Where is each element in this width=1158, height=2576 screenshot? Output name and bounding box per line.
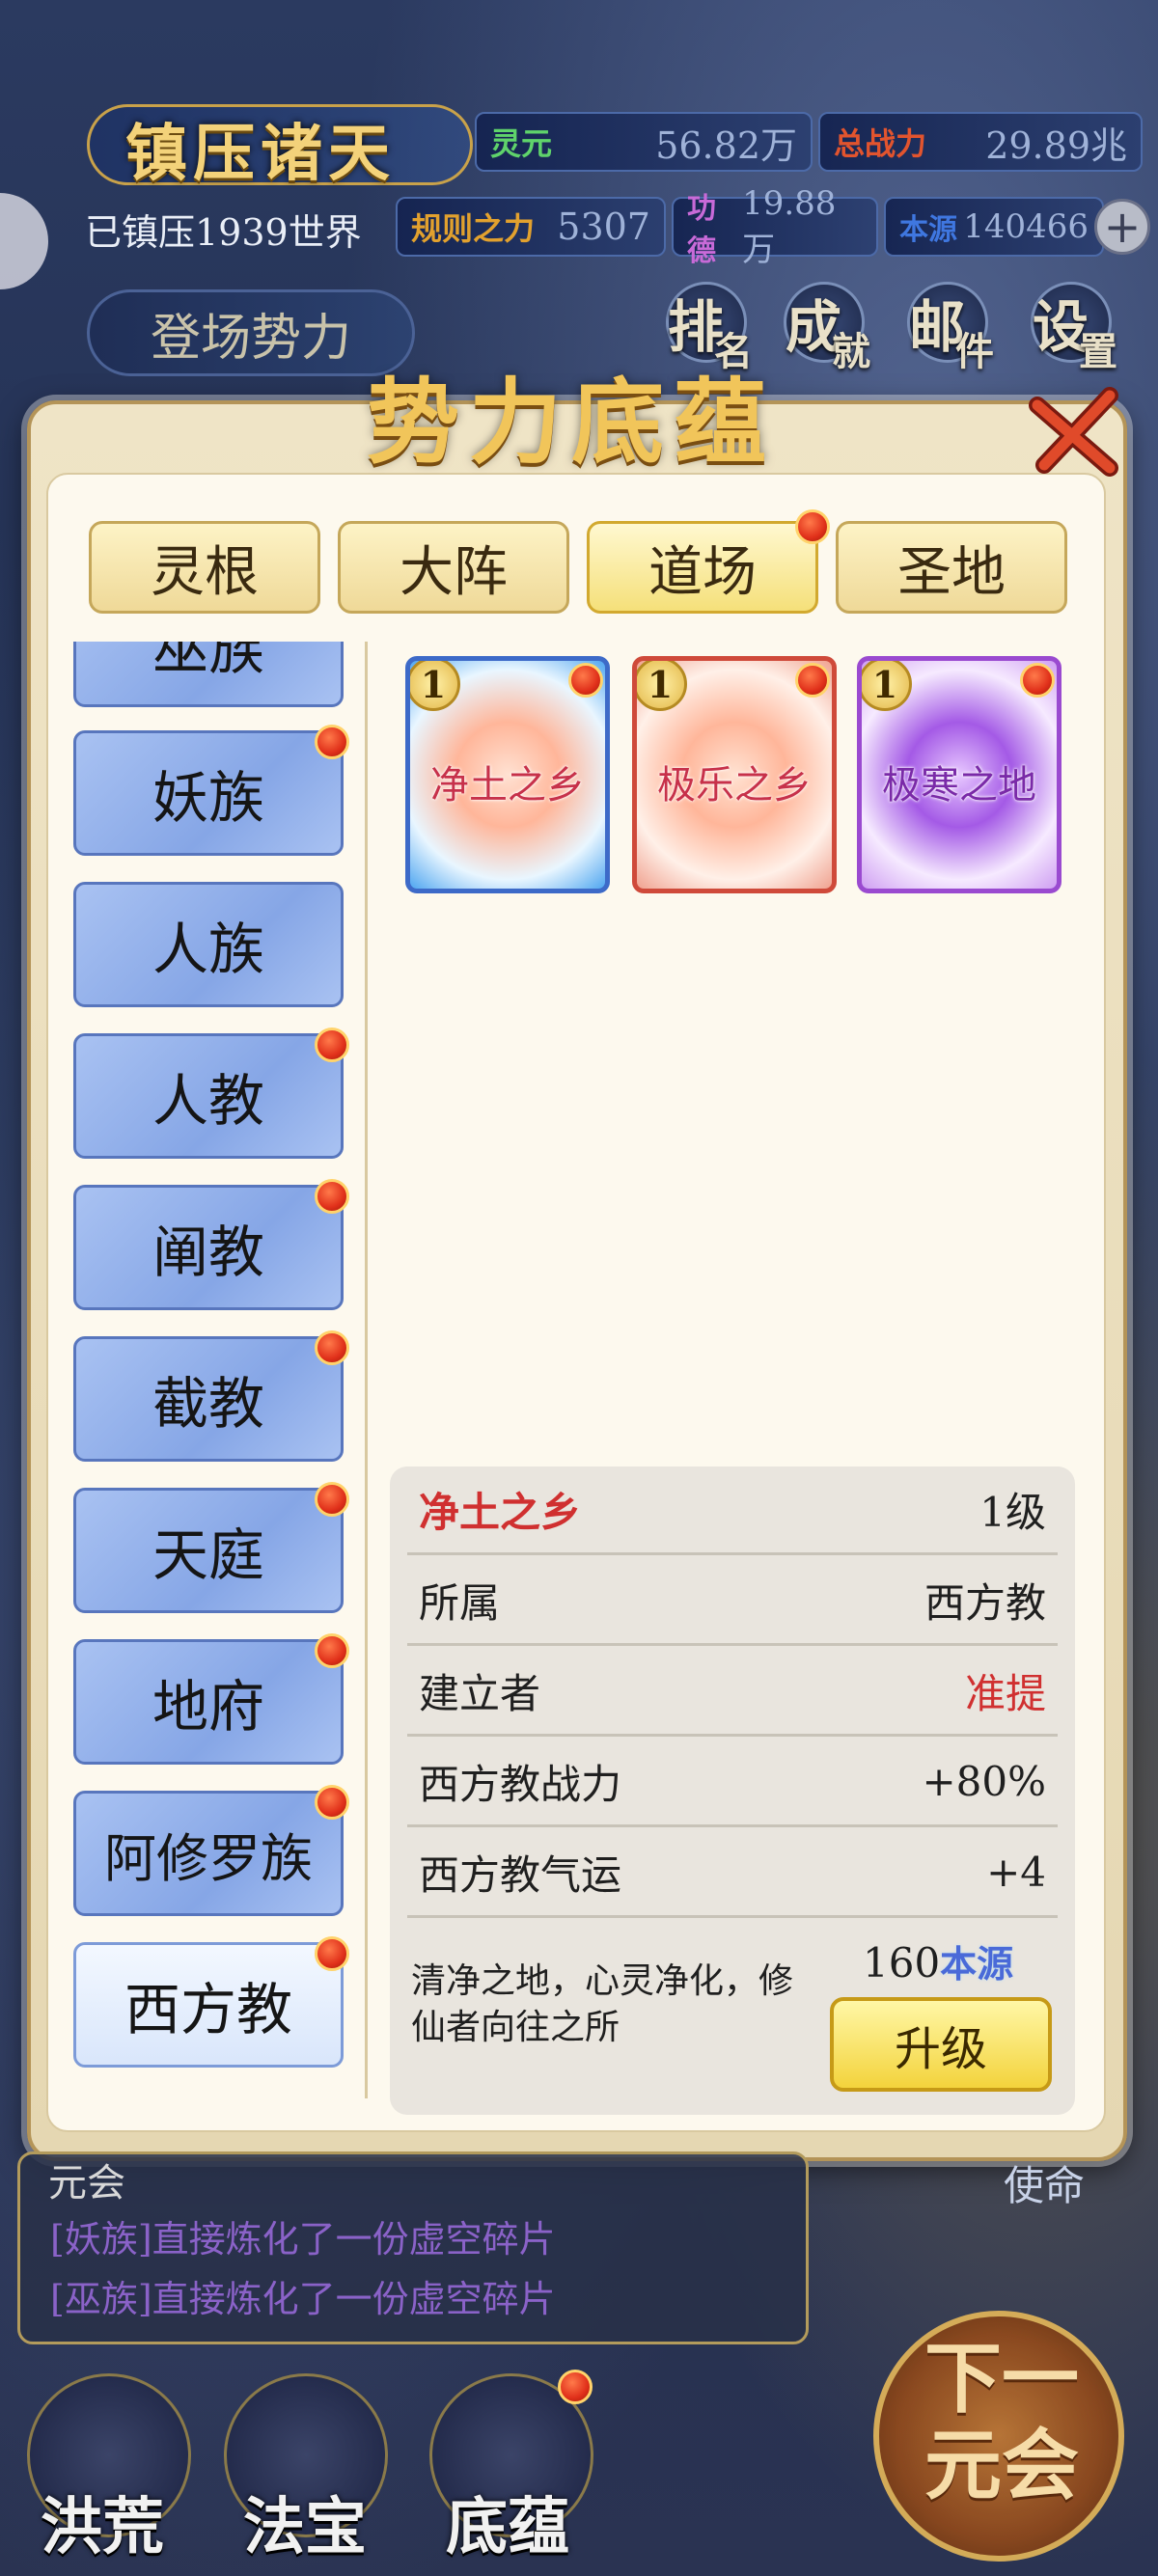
- stat-value: 5307: [557, 206, 650, 248]
- achievements-button[interactable]: 成 就: [784, 282, 870, 374]
- stat-total-power: 总战力 29.89兆: [818, 112, 1143, 172]
- stat-label: 总战力: [834, 125, 927, 162]
- stat-origin: 本源 140466: [884, 197, 1104, 257]
- detail-row: 西方教战力 +80%: [407, 1739, 1058, 1827]
- faction-tianting[interactable]: 天庭: [73, 1488, 344, 1613]
- settings-button[interactable]: 设 置: [1031, 282, 1117, 374]
- notification-dot: [315, 1785, 349, 1820]
- notification-dot: [315, 1028, 349, 1062]
- faction-list[interactable]: 巫族 妖族 人族 人教 阐教 截教 天庭 地府 阿修罗族 西方教: [68, 642, 357, 2069]
- stat-label: 灵元: [490, 125, 553, 162]
- tab-linggen[interactable]: 灵根: [89, 521, 320, 614]
- stat-merit: 功德 19.88万: [672, 184, 878, 269]
- detail-value: +4: [986, 1849, 1046, 1896]
- card-jingtu[interactable]: 净土之乡 1: [405, 656, 610, 893]
- log-line: [妖族]直接炼化了一份虚空碎片: [50, 2218, 556, 2261]
- detail-value: 西方教: [924, 1579, 1046, 1627]
- notification-dot: [315, 1936, 349, 1971]
- log-line: [巫族]直接炼化了一份虚空碎片: [50, 2278, 556, 2320]
- menu-sub: 置: [1079, 329, 1117, 374]
- detail-header-row: 净土之乡 1级: [407, 1466, 1058, 1555]
- nav-fabao[interactable]: 法宝: [243, 2478, 367, 2566]
- notification-dot: [315, 725, 349, 759]
- stat-value: 140466: [963, 207, 1089, 246]
- nav-honghuang[interactable]: 洪荒: [41, 2478, 164, 2566]
- nav-diyun[interactable]: 底蕴: [446, 2478, 569, 2566]
- cost-amount: 160: [863, 1939, 941, 1987]
- notification-dot: [568, 663, 603, 698]
- stat-value: 29.89兆: [985, 123, 1127, 167]
- mail-button[interactable]: 邮 件: [907, 282, 994, 374]
- notification-dot: [795, 509, 830, 544]
- suppressed-worlds: 已镇压1939世界: [85, 211, 362, 254]
- faction-renzu[interactable]: 人族: [73, 882, 344, 1007]
- faction-chanjiao[interactable]: 阐教: [73, 1185, 344, 1310]
- notification-dot: [315, 1179, 349, 1214]
- detail-value: 准提: [964, 1670, 1046, 1717]
- upgrade-cost: 160本源: [863, 1934, 1013, 1987]
- stat-value: 56.82万: [655, 123, 797, 167]
- mission-button[interactable]: 使命: [1004, 2153, 1085, 2212]
- close-icon[interactable]: [1023, 376, 1129, 482]
- upgrade-button[interactable]: 升级: [830, 1997, 1052, 2092]
- menu-sub: 件: [955, 329, 994, 374]
- faction-renjiao[interactable]: 人教: [73, 1033, 344, 1159]
- faction-yaozu[interactable]: 妖族: [73, 730, 344, 856]
- notification-dot: [558, 2370, 593, 2404]
- modal-title: 势力底蕴: [367, 368, 776, 477]
- card-name: 净土之乡: [430, 763, 585, 808]
- detail-name: 净土之乡: [419, 1489, 582, 1536]
- stat-label: 本源: [899, 213, 957, 247]
- next-era-label[interactable]: 下一元会: [905, 2335, 1098, 2508]
- tab-daochang[interactable]: 道场: [587, 521, 818, 614]
- detail-row: 建立者 准提: [407, 1648, 1058, 1737]
- stat-rule-power: 规则之力 5307: [396, 197, 666, 257]
- stat-value: 19.88万: [742, 183, 837, 269]
- tab-shengdi[interactable]: 圣地: [836, 521, 1067, 614]
- game-title: 镇压诸天: [125, 118, 396, 190]
- card-name: 极乐之乡: [657, 763, 812, 808]
- faction-jiejiao[interactable]: 截教: [73, 1336, 344, 1462]
- notification-dot: [795, 663, 830, 698]
- detail-row: 所属 西方教: [407, 1557, 1058, 1646]
- notification-dot: [1020, 663, 1055, 698]
- detail-row: 西方教气运 +4: [407, 1829, 1058, 1918]
- stat-label: 功德: [687, 192, 716, 268]
- card-level-badge: 1: [410, 661, 460, 711]
- faction-xifangjiao[interactable]: 西方教: [73, 1942, 344, 2068]
- faction-asura[interactable]: 阿修罗族: [73, 1791, 344, 1916]
- detail-label: 所属: [419, 1579, 501, 1627]
- stat-label: 规则之力: [411, 210, 536, 247]
- detail-label: 西方教气运: [419, 1851, 622, 1899]
- faction-wuzu[interactable]: 巫族: [73, 642, 344, 707]
- stat-lingyuan: 灵元 56.82万: [475, 112, 813, 172]
- detail-label: 建立者: [419, 1670, 541, 1717]
- log-header: 元会: [48, 2161, 125, 2206]
- notification-dot: [315, 1633, 349, 1668]
- detail-value: +80%: [922, 1758, 1046, 1805]
- detail-description: 清净之地，心灵净化，修仙者向往之所: [411, 1961, 794, 2047]
- faction-difu[interactable]: 地府: [73, 1639, 344, 1765]
- card-level-badge: 1: [637, 661, 687, 711]
- card-name: 极寒之地: [882, 763, 1036, 808]
- tab-dazhen[interactable]: 大阵: [338, 521, 569, 614]
- detail-label: 西方教战力: [419, 1761, 622, 1808]
- card-jihan[interactable]: 极寒之地 1: [857, 656, 1062, 893]
- cost-unit: 本源: [940, 1942, 1014, 1986]
- detail-panel: 净土之乡 1级 所属 西方教 建立者 准提 西方教战力 +80% 西方教气运 +…: [390, 1466, 1075, 2115]
- card-jile[interactable]: 极乐之乡 1: [632, 656, 837, 893]
- card-level-badge: 1: [862, 661, 912, 711]
- add-origin-icon[interactable]: +: [1094, 199, 1150, 255]
- list-divider: [365, 642, 368, 2098]
- debut-forces-button[interactable]: 登场势力: [87, 289, 415, 376]
- notification-dot: [315, 1482, 349, 1517]
- notification-dot: [315, 1330, 349, 1365]
- menu-sub: 就: [832, 329, 870, 374]
- detail-level: 1级: [979, 1489, 1046, 1536]
